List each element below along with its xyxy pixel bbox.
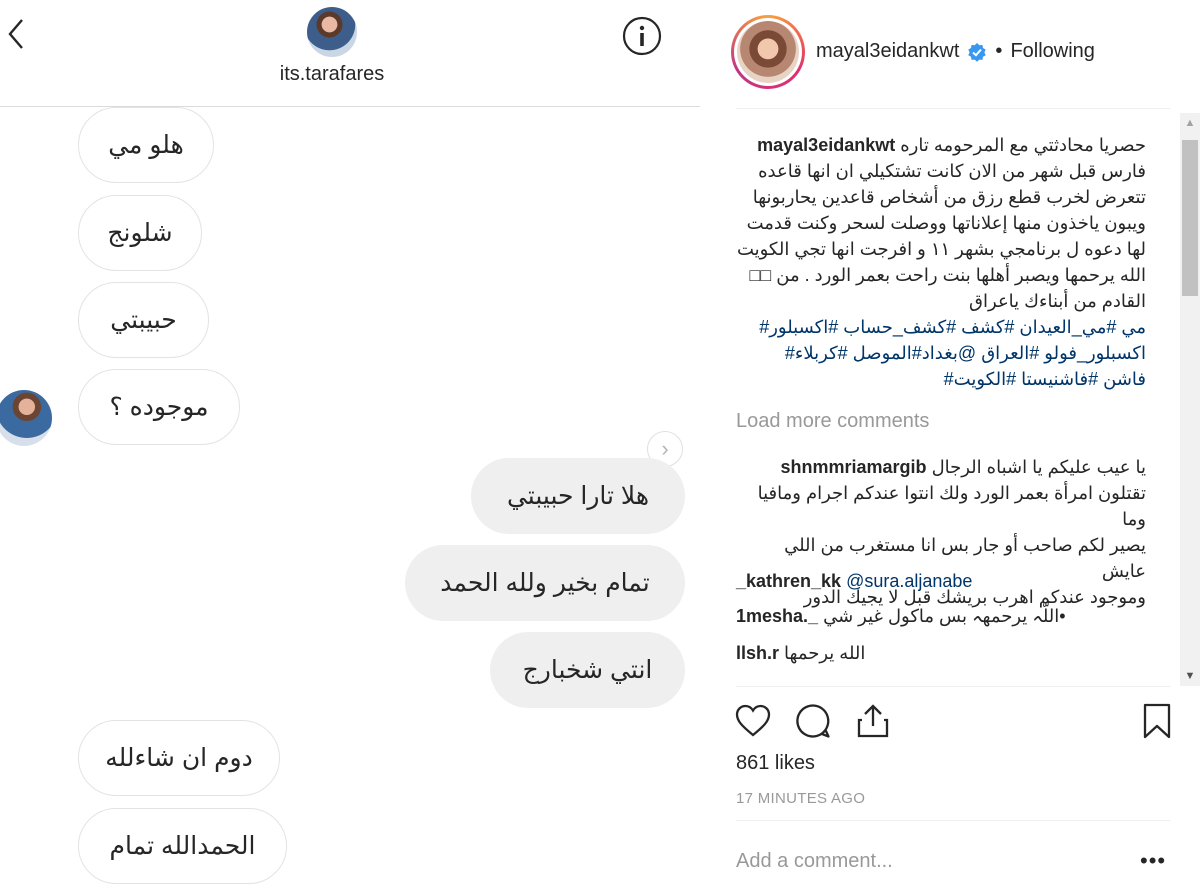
chevron-left-icon bbox=[8, 19, 23, 49]
message-text: انتي شخبارج bbox=[522, 656, 653, 684]
dm-contact-username[interactable]: its.tarafares bbox=[200, 63, 464, 86]
divider bbox=[736, 686, 1170, 687]
bookmark-icon bbox=[1143, 703, 1171, 739]
message-text: حبيبتي bbox=[110, 306, 177, 334]
chevron-right-icon: › bbox=[661, 436, 669, 461]
separator-dot: • bbox=[995, 40, 1003, 62]
message-received[interactable]: الحمدالله تمام bbox=[78, 808, 287, 884]
heart-icon bbox=[735, 704, 771, 737]
comment-button[interactable] bbox=[794, 702, 832, 740]
caption-text-line: القادم من أبناءك ياعراق bbox=[969, 291, 1146, 311]
scroll-up-arrow-icon[interactable]: ▲ bbox=[1180, 113, 1200, 133]
post-caption: حصريا محادثتي مع المرحومه تاره mayal3eid… bbox=[736, 132, 1146, 392]
message-text: موجوده ؟ bbox=[109, 393, 209, 421]
post-timestamp[interactable]: 17 MINUTES AGO bbox=[736, 790, 865, 807]
sender-avatar[interactable] bbox=[0, 390, 52, 446]
divider bbox=[736, 820, 1170, 821]
divider bbox=[736, 108, 1170, 109]
post-author-line: mayal3eidankwt • Following bbox=[816, 40, 1095, 63]
comment-mention[interactable]: @sura.aljanabe bbox=[846, 571, 972, 591]
caption-text-line: ويبون ياخذون منها إعلاناتها ووصلت لسحر و… bbox=[746, 213, 1146, 233]
comment-text: تقتلون امرأة بعمر الورد ولك انتوا عندكم … bbox=[757, 483, 1146, 529]
message-received[interactable]: شلونج bbox=[78, 195, 202, 271]
comment-username[interactable]: _kathren_kk bbox=[736, 571, 841, 591]
caption-text-line: فارس قبل شهر من الان كانت تشتكيلي ان انه… bbox=[758, 161, 1146, 181]
message-text: الحمدالله تمام bbox=[109, 832, 256, 860]
post-author-username[interactable]: mayal3eidankwt bbox=[816, 40, 959, 63]
like-button[interactable] bbox=[734, 702, 772, 740]
message-text: تمام بخير ولله الحمد bbox=[440, 569, 650, 597]
info-icon bbox=[622, 16, 662, 56]
message-received[interactable]: حبيبتي bbox=[78, 282, 209, 358]
comment: 1mesha._ اللّہ يرحمهہ بس ماكول غير شي• bbox=[736, 603, 1146, 629]
add-comment-input[interactable] bbox=[736, 846, 1096, 876]
message-text: هلو مي bbox=[108, 131, 184, 159]
message-text: هلا تارا حبيبتي bbox=[506, 482, 650, 510]
message-text: شلونج bbox=[107, 219, 173, 247]
scrollbar-thumb[interactable] bbox=[1182, 140, 1198, 296]
follow-status-button[interactable]: Following bbox=[1010, 40, 1094, 63]
message-sent[interactable]: انتي شخبارج bbox=[490, 632, 685, 708]
comment-username[interactable]: shnmmriamargib bbox=[781, 457, 927, 477]
scroll-down-arrow-icon[interactable]: ▼ bbox=[1180, 666, 1200, 686]
message-sent[interactable]: تمام بخير ولله الحمد bbox=[405, 545, 685, 621]
load-more-comments-button[interactable]: Load more comments bbox=[736, 410, 929, 433]
share-button[interactable] bbox=[854, 702, 892, 740]
comment-text: الله يرحمها bbox=[784, 643, 866, 663]
message-received[interactable]: هلو مي bbox=[78, 107, 214, 183]
info-button[interactable] bbox=[621, 15, 663, 57]
dm-contact-avatar[interactable] bbox=[307, 7, 357, 57]
dm-header: its.tarafares bbox=[0, 0, 700, 107]
comments-scrollbar[interactable]: ▲ ▼ bbox=[1180, 113, 1200, 686]
caption-hashtags[interactable]: اكسبلور_فولو #العراق @بغداد#الموصل #كربل… bbox=[736, 340, 1146, 366]
caption-username[interactable]: mayal3eidankwt bbox=[757, 135, 895, 155]
dm-panel: its.tarafares هلو مي شلونج حبيبتي موجوده… bbox=[0, 0, 700, 887]
post-author-avatar[interactable] bbox=[731, 15, 805, 89]
back-button[interactable] bbox=[2, 14, 32, 54]
likes-count[interactable]: 861 likes bbox=[736, 752, 815, 775]
comment: _kathren_kk @sura.aljanabe bbox=[736, 568, 1146, 594]
message-received[interactable]: دوم ان شاءلله bbox=[78, 720, 280, 796]
post-header: mayal3eidankwt • Following bbox=[700, 0, 1200, 108]
caption-text-line: تتعرض لخرب قطع رزق من أشخاص قاعدين يحارب… bbox=[752, 187, 1146, 207]
caption-text-line: لها دعوه ل برنامجي بشهر ١١ و افرجت انها … bbox=[736, 239, 1146, 259]
comment-username[interactable]: llsh.r bbox=[736, 643, 779, 663]
message-received[interactable]: موجوده ؟ bbox=[78, 369, 240, 445]
comments-section: حصريا محادثتي مع المرحومه تاره mayal3eid… bbox=[700, 112, 1200, 687]
comment: llsh.r الله يرحمها bbox=[736, 640, 1146, 666]
more-options-button[interactable]: ••• bbox=[1140, 848, 1166, 874]
verified-badge-icon bbox=[968, 42, 987, 62]
caption-text-line: حصريا محادثتي مع المرحومه تاره bbox=[900, 135, 1146, 155]
comment-text: يا عيب عليكم يا اشباه الرجال bbox=[931, 457, 1146, 477]
save-button[interactable] bbox=[1138, 702, 1176, 740]
message-text: دوم ان شاءلله bbox=[105, 744, 253, 772]
comment-text: اللّہ يرحمهہ بس ماكول غير شي• bbox=[823, 606, 1066, 626]
caption-hashtags[interactable]: فاشن #فاشنيستا #الكويت# bbox=[736, 366, 1146, 392]
post-panel: mayal3eidankwt • Following حصريا محادثتي… bbox=[700, 0, 1200, 887]
share-icon bbox=[857, 704, 889, 738]
comment-username[interactable]: 1mesha._ bbox=[736, 606, 818, 626]
caption-text-line: الله يرحمها ويصبر أهلها بنت راحت بعمر ال… bbox=[749, 265, 1147, 285]
caption-hashtags[interactable]: مي #مي_العيدان #كشف #كشف_حساب #اكسبلور# bbox=[736, 314, 1146, 340]
message-sent[interactable]: هلا تارا حبيبتي bbox=[471, 458, 685, 534]
comment-icon bbox=[796, 704, 830, 738]
